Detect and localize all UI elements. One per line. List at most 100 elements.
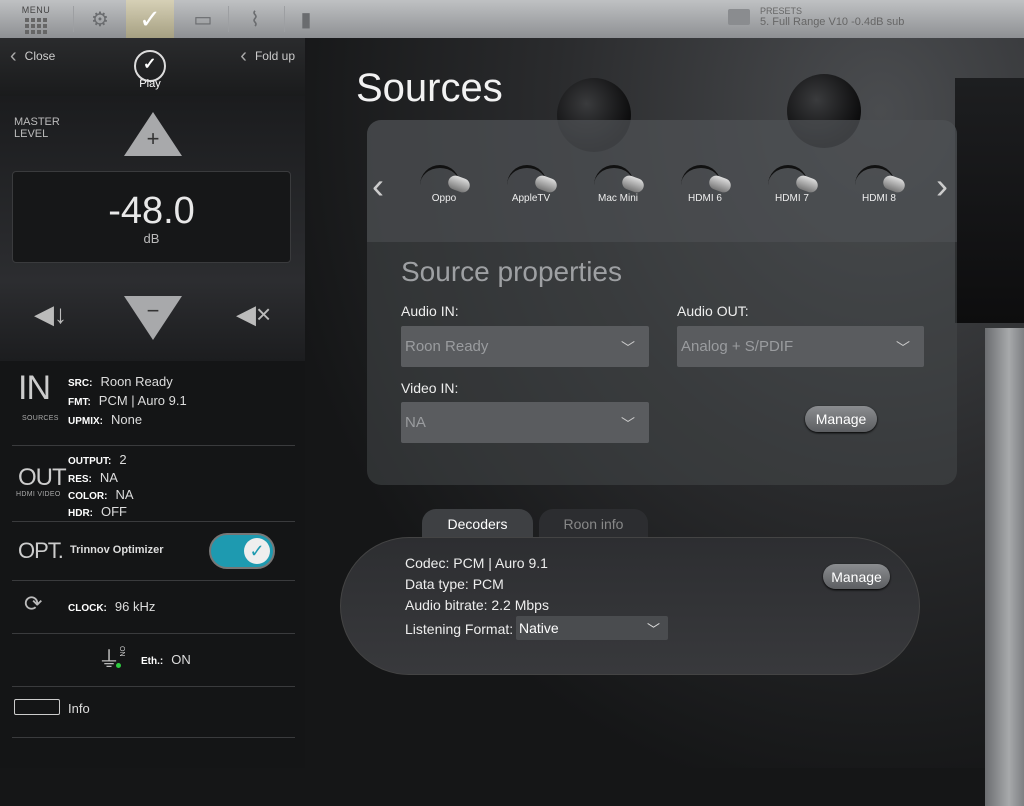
level-display: -48.0 dB xyxy=(12,171,291,263)
opt-label: OPT. xyxy=(18,538,64,563)
chevron-down-icon: ﹀ xyxy=(621,340,635,356)
info-section[interactable]: Info xyxy=(12,687,295,738)
master-level-label: MASTER LEVEL xyxy=(14,116,60,140)
audio-out-label: Audio OUT: xyxy=(677,303,749,319)
source-name: Oppo xyxy=(431,193,457,204)
out-section[interactable]: OUT HDMI VIDEO OUTPUT: 2 RES: NA COLOR: NA … xyxy=(12,446,295,522)
source-name: Mac Mini xyxy=(597,193,638,204)
chevron-left-icon: ‹ xyxy=(240,45,247,67)
in-section[interactable]: IN SOURCES SRC: Roon Ready FMT: PCM | Auro… xyxy=(12,365,295,446)
video-in-value: NA xyxy=(405,414,426,431)
source-name: HDMI 6 xyxy=(688,193,722,204)
color-row: COLOR: NA xyxy=(68,487,134,502)
chevron-down-icon: ﹀ xyxy=(896,340,910,356)
output-row: OUTPUT: 2 xyxy=(68,452,127,467)
source-item[interactable]: HDMI 6 xyxy=(665,155,745,204)
close-label: Close xyxy=(24,49,56,63)
fold-label: Fold up xyxy=(254,49,295,63)
graph-icon[interactable]: ⌇ xyxy=(238,0,272,38)
in-label: IN xyxy=(18,369,51,407)
audio-in-value: Roon Ready xyxy=(405,338,489,355)
bitrate-text: Audio bitrate: 2.2 Mbps xyxy=(405,597,549,613)
cable-icon xyxy=(762,155,822,195)
fold-up-button[interactable]: ‹ Fold up xyxy=(240,46,295,66)
plug-on-label: ON xyxy=(118,646,125,657)
tab-decoders[interactable]: Decoders xyxy=(422,509,533,539)
video-in-label: Video IN: xyxy=(401,380,459,396)
mute-icon[interactable]: ◀× xyxy=(236,299,271,330)
gear-icon[interactable]: ⚙ xyxy=(84,0,116,38)
source-name: HDMI 8 xyxy=(862,193,896,204)
hdr-row: HDR: OFF xyxy=(68,504,127,519)
source-item[interactable]: HDMI 7 xyxy=(752,155,832,204)
src-row: SRC: Roon Ready xyxy=(68,374,173,389)
folder-icon xyxy=(728,9,750,25)
close-button[interactable]: ‹ Close xyxy=(10,46,55,66)
grid-icon xyxy=(25,17,47,34)
listening-format-select[interactable]: Native ﹀ xyxy=(516,616,668,640)
divider xyxy=(73,6,74,32)
tab-roon-info[interactable]: Roon info xyxy=(539,509,648,539)
info-label: Info xyxy=(68,701,90,716)
out-sub-label: HDMI VIDEO xyxy=(16,491,61,498)
fmt-row: FMT: PCM | Auro 9.1 xyxy=(68,393,187,408)
divider xyxy=(284,6,285,32)
cable-icon xyxy=(675,155,735,195)
source-item[interactable]: AppleTV xyxy=(491,155,571,204)
video-in-select[interactable]: NA ﹀ xyxy=(401,402,649,443)
master-level-panel: MASTER LEVEL + -48.0 dB ◀↓ − ◀× xyxy=(0,96,305,361)
cable-icon xyxy=(501,155,561,195)
optimizer-label: Trinnov Optimizer xyxy=(70,544,164,556)
clock-section[interactable]: ⟳ CLOCK: 96 kHz xyxy=(12,581,295,634)
source-properties-title: Source properties xyxy=(401,256,623,287)
device-rail xyxy=(985,328,1024,806)
ethernet-plug-icon: ⏚ xyxy=(98,647,121,672)
source-name: AppleTV xyxy=(511,193,551,204)
preset-name: 5. Full Range V10 -0.4dB sub xyxy=(760,16,905,28)
plus-icon: + xyxy=(146,126,160,151)
source-name: HDMI 7 xyxy=(775,193,809,204)
device-panel xyxy=(955,78,1024,323)
level-unit: dB xyxy=(143,231,160,246)
clock-row: CLOCK: 96 kHz xyxy=(68,599,156,614)
manage-source-button[interactable]: Manage xyxy=(805,406,877,432)
screen-icon[interactable]: ▭ xyxy=(186,0,220,38)
page-title: Sources xyxy=(356,66,503,110)
carousel-next-icon[interactable]: › xyxy=(936,165,948,207)
cable-icon xyxy=(414,155,474,195)
presets-selector[interactable]: PRESETS 5. Full Range V10 -0.4dB sub xyxy=(728,6,904,28)
status-dot xyxy=(116,663,121,668)
top-bar: MENU ⚙ ✓ ▭ ⌇ ▮ PRESETS 5. Full Range V10… xyxy=(0,0,1024,38)
audio-in-select[interactable]: Roon Ready ﹀ xyxy=(401,326,649,367)
manage-decoders-button[interactable]: Manage xyxy=(823,564,890,589)
chevron-left-icon: ‹ xyxy=(10,45,17,67)
sidebar: ‹ Close ✓ Play ‹ Fold up MASTER LEVEL + … xyxy=(0,38,305,768)
in-sub-label: SOURCES xyxy=(22,415,59,422)
mic-icon[interactable]: ▮ xyxy=(296,0,316,38)
upmix-row: UPMIX: None xyxy=(68,412,143,427)
play-tab-check-icon[interactable]: ✓ xyxy=(126,0,174,38)
level-value: -48.0 xyxy=(108,190,195,232)
source-item[interactable]: Mac Mini xyxy=(578,155,658,204)
source-item[interactable]: Oppo xyxy=(404,155,484,204)
listening-format-value: Native xyxy=(519,620,559,636)
presets-label: PRESETS xyxy=(760,6,803,16)
codec-text: Codec: PCM | Auro 9.1 xyxy=(405,555,548,571)
res-row: RES: NA xyxy=(68,470,118,485)
device-icon xyxy=(14,699,60,715)
listening-format-label: Listening Format: xyxy=(405,621,514,637)
source-item[interactable]: HDMI 8 xyxy=(839,155,919,204)
clock-sync-icon: ⟳ xyxy=(24,591,43,616)
menu-button[interactable]: MENU xyxy=(10,0,62,38)
eth-row: Eth.: ON xyxy=(141,652,191,667)
chevron-down-icon: ﹀ xyxy=(646,622,660,637)
sidebar-header: ‹ Close ✓ Play ‹ Fold up xyxy=(0,38,305,96)
optimizer-toggle[interactable]: ✓ xyxy=(209,533,275,569)
cable-icon xyxy=(588,155,648,195)
dim-volume-icon[interactable]: ◀↓ xyxy=(34,299,67,330)
opt-section: OPT. Trinnov Optimizer ✓ xyxy=(12,522,295,581)
audio-out-select[interactable]: Analog + S/PDIF ﹀ xyxy=(677,326,924,367)
ethernet-section[interactable]: ⏚ ON Eth.: ON xyxy=(12,634,295,687)
carousel-prev-icon[interactable]: ‹ xyxy=(372,165,384,207)
minus-icon: − xyxy=(146,298,160,323)
